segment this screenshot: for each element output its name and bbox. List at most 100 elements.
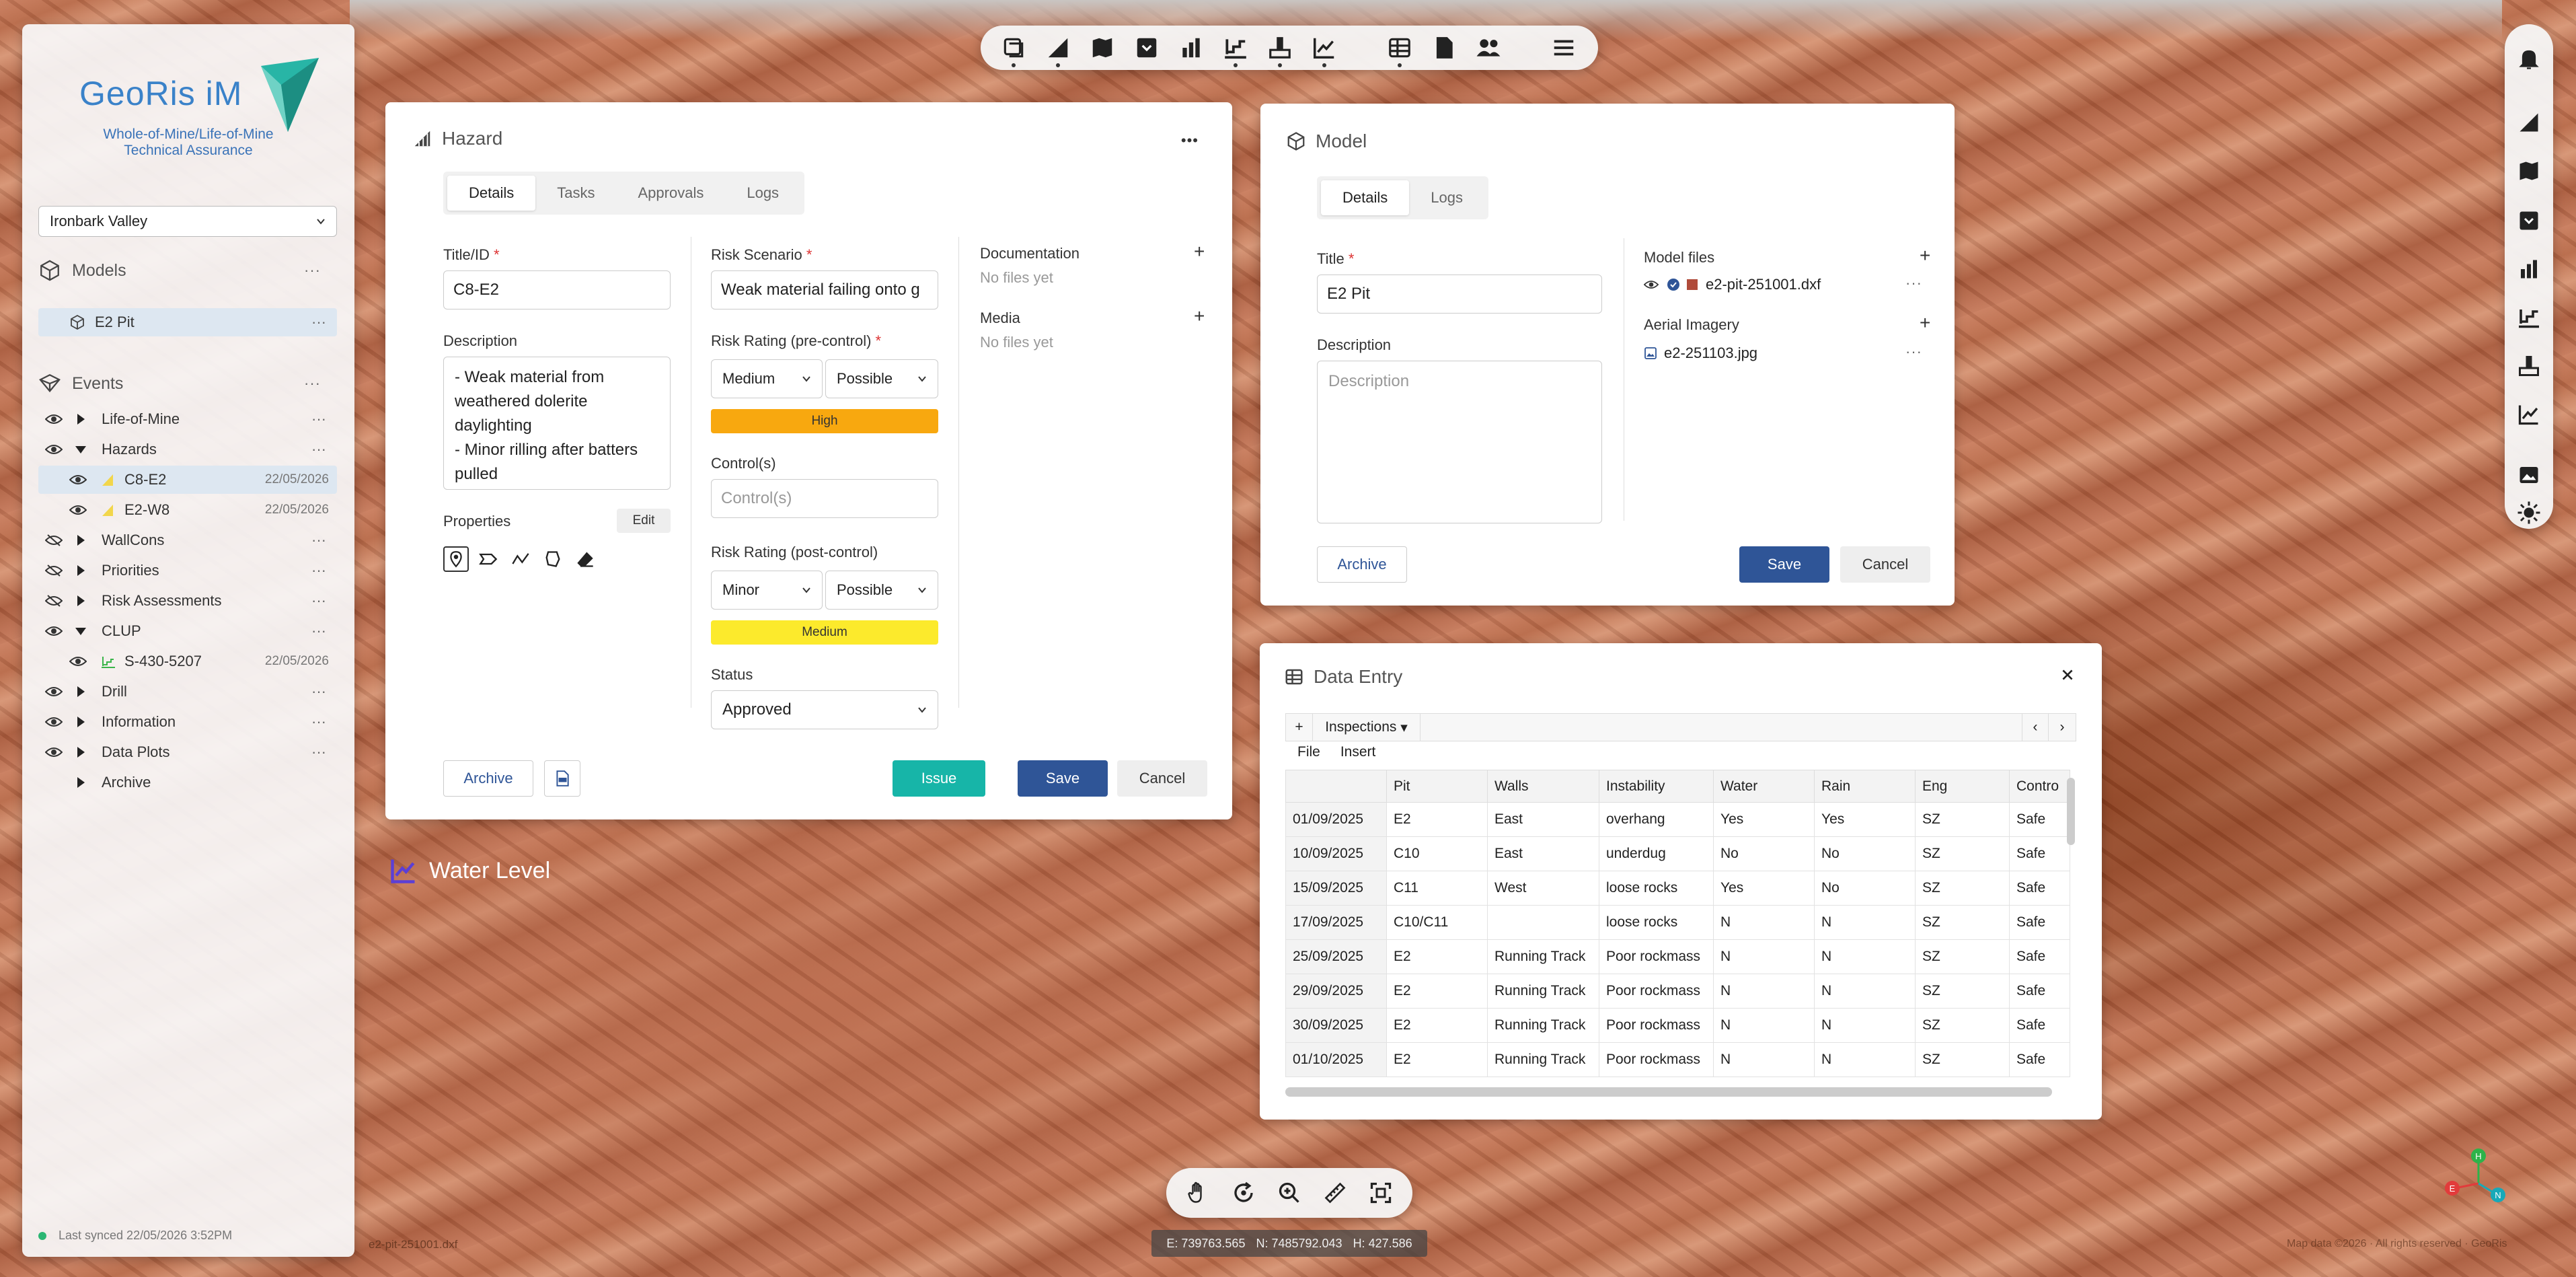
grid-cell[interactable]: N xyxy=(1713,1008,1815,1043)
cancel-button[interactable]: Cancel xyxy=(1117,760,1207,797)
grid-cell[interactable]: Running Track xyxy=(1487,939,1599,974)
aerial-file-row[interactable]: e2-251103.jpg xyxy=(1644,344,1757,362)
column-header[interactable]: Walls xyxy=(1487,770,1599,803)
event-group-risk-assessments[interactable]: Risk Assessments ··· xyxy=(38,587,337,615)
eye-icon[interactable] xyxy=(45,624,63,638)
grid-cell[interactable]: West xyxy=(1487,871,1599,906)
grid-cell[interactable]: E2 xyxy=(1386,974,1488,1009)
risk-scenario-input[interactable]: Weak material failing onto g xyxy=(711,270,938,309)
point-marker-icon[interactable] xyxy=(443,546,469,572)
row-header[interactable]: 25/09/2025 xyxy=(1285,939,1387,974)
polygon-icon[interactable] xyxy=(540,546,566,572)
more-icon[interactable]: ··· xyxy=(1905,275,1922,292)
grid-cell[interactable]: SZ xyxy=(1915,1008,2010,1043)
row-header[interactable]: 01/10/2025 xyxy=(1285,1042,1387,1077)
table-icon[interactable] xyxy=(1387,35,1412,67)
grid-cell[interactable]: loose rocks xyxy=(1599,905,1714,940)
row-header[interactable]: 15/09/2025 xyxy=(1285,871,1387,906)
grid-cell[interactable]: N xyxy=(1814,974,1916,1009)
eye-icon[interactable] xyxy=(69,655,87,668)
grid-cell[interactable]: SZ xyxy=(1915,836,2010,871)
event-group-drill[interactable]: Drill ··· xyxy=(38,678,337,706)
more-icon[interactable]: ··· xyxy=(311,683,326,700)
caret-right-icon[interactable] xyxy=(77,535,85,546)
grid-cell[interactable]: N xyxy=(1814,905,1916,940)
clup-layer-icon[interactable] xyxy=(2517,305,2541,330)
row-header[interactable]: 30/09/2025 xyxy=(1285,1008,1387,1043)
grid-cell[interactable]: SZ xyxy=(1915,974,2010,1009)
grid-cell[interactable]: Safe xyxy=(2009,939,2070,974)
grid-cell[interactable]: East xyxy=(1487,802,1599,837)
eye-icon[interactable] xyxy=(1644,279,1659,291)
eye-icon[interactable] xyxy=(69,503,87,517)
column-header[interactable]: Water xyxy=(1713,770,1815,803)
grid-cell[interactable]: N xyxy=(1814,939,1916,974)
model-save-button[interactable]: Save xyxy=(1739,546,1829,583)
add-aerial-button[interactable]: + xyxy=(1920,312,1930,334)
grid-cell[interactable]: Poor rockmass xyxy=(1599,1008,1714,1043)
grid-cell[interactable]: overhang xyxy=(1599,802,1714,837)
grid-cell[interactable]: Poor rockmass xyxy=(1599,1042,1714,1077)
grid-cell[interactable]: E2 xyxy=(1386,1042,1488,1077)
add-media-button[interactable]: + xyxy=(1194,305,1205,327)
grid-cell[interactable]: Safe xyxy=(2009,1042,2070,1077)
grid-cell[interactable]: Safe xyxy=(2009,836,2070,871)
event-group-data-plots[interactable]: Data Plots ··· xyxy=(38,738,337,766)
tab-details[interactable]: Details xyxy=(1321,180,1410,215)
eye-icon[interactable] xyxy=(45,443,63,456)
insert-menu[interactable]: Insert xyxy=(1340,744,1376,760)
grid-cell[interactable]: Yes xyxy=(1814,802,1916,837)
tab-tasks[interactable]: Tasks xyxy=(535,176,616,211)
grid-cell[interactable]: Safe xyxy=(2009,802,2070,837)
tag-shape-icon[interactable] xyxy=(476,546,501,572)
status-select[interactable]: Approved xyxy=(711,690,938,729)
more-icon[interactable]: ··· xyxy=(311,713,326,731)
site-select[interactable]: Ironbark Valley xyxy=(38,206,337,237)
caret-right-icon[interactable] xyxy=(77,414,85,425)
event-group-hazards[interactable]: Hazards ··· xyxy=(38,435,337,464)
grid-cell[interactable]: N xyxy=(1713,905,1815,940)
caret-right-icon[interactable] xyxy=(77,717,85,727)
grid-cell[interactable]: N xyxy=(1814,1042,1916,1077)
fit-view-icon[interactable] xyxy=(1369,1181,1393,1205)
grid-cell[interactable]: Yes xyxy=(1713,871,1815,906)
file-menu[interactable]: File xyxy=(1297,744,1320,760)
model-tool-icon[interactable] xyxy=(1001,35,1026,67)
close-icon[interactable] xyxy=(2060,667,2075,682)
tab-details[interactable]: Details xyxy=(447,176,536,211)
event-group-archive[interactable]: Archive xyxy=(38,768,337,797)
hazard-tool-icon[interactable] xyxy=(1045,35,1071,67)
event-group-information[interactable]: Information ··· xyxy=(38,708,337,736)
grid-cell[interactable]: Yes xyxy=(1713,802,1815,837)
grid-cell[interactable]: loose rocks xyxy=(1599,871,1714,906)
more-icon[interactable]: ··· xyxy=(304,375,321,392)
issue-button[interactable]: Issue xyxy=(893,760,985,797)
grid-cell[interactable] xyxy=(1487,905,1599,940)
grid-cell[interactable]: N xyxy=(1814,1008,1916,1043)
document-icon[interactable] xyxy=(1431,35,1457,61)
eye-off-icon[interactable] xyxy=(45,594,63,608)
caret-down-icon[interactable] xyxy=(75,445,86,453)
add-model-file-button[interactable]: + xyxy=(1920,245,1930,266)
event-item-s-430-5207[interactable]: S-430-5207 22/05/2026 xyxy=(38,647,337,676)
grid-cell[interactable]: C10/C11 xyxy=(1386,905,1488,940)
grid-cell[interactable]: E2 xyxy=(1386,802,1488,837)
grid-cell[interactable]: E2 xyxy=(1386,939,1488,974)
caret-right-icon[interactable] xyxy=(77,777,85,788)
sun-icon[interactable] xyxy=(2517,501,2541,525)
grid-cell[interactable]: N xyxy=(1713,974,1815,1009)
event-group-wallcons[interactable]: WallCons ··· xyxy=(38,526,337,554)
model-cancel-button[interactable]: Cancel xyxy=(1840,546,1930,583)
pan-hand-icon[interactable] xyxy=(1186,1181,1210,1205)
more-icon[interactable]: ··· xyxy=(311,562,326,579)
users-icon[interactable] xyxy=(1476,35,1501,61)
file-color-swatch[interactable] xyxy=(1687,279,1698,290)
model-description-textarea[interactable]: Description xyxy=(1317,361,1602,523)
properties-edit-button[interactable]: Edit xyxy=(617,509,671,533)
grid-cell[interactable]: N xyxy=(1713,939,1815,974)
tab-logs[interactable]: Logs xyxy=(725,176,800,211)
event-item-e2-w8[interactable]: E2-W8 22/05/2026 xyxy=(38,496,337,524)
horizontal-scrollbar[interactable] xyxy=(1285,1087,2052,1097)
row-header[interactable]: 01/09/2025 xyxy=(1285,802,1387,837)
grid-cell[interactable]: No xyxy=(1814,871,1916,906)
